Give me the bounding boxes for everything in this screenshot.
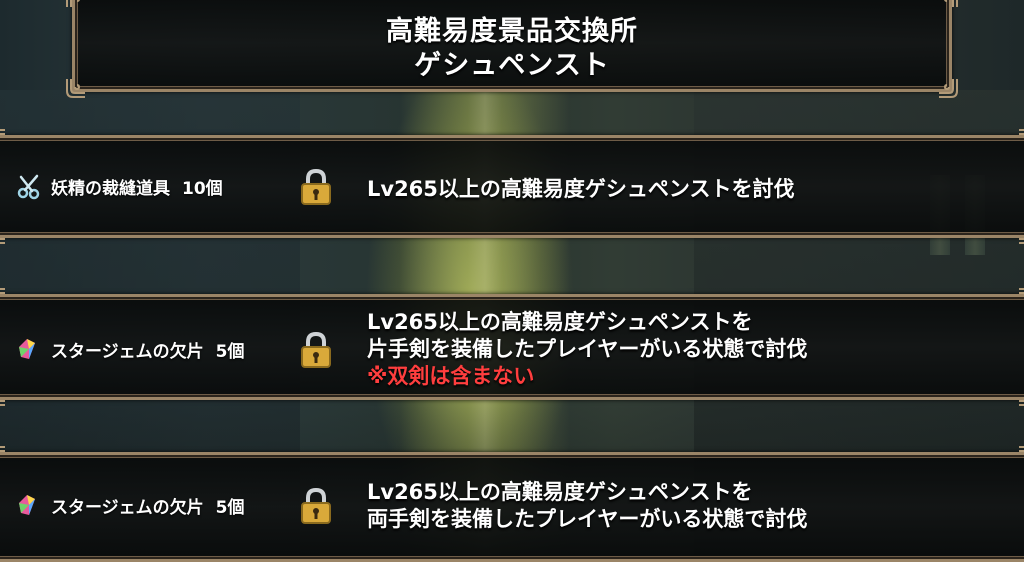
condition-line: 両手剣を装備したプレイヤーがいる状態で討伐 — [367, 507, 808, 531]
condition-note: ※双剣は含まない — [367, 364, 535, 388]
frame-ornament — [1017, 445, 1024, 467]
scissors-icon — [15, 172, 43, 200]
condition-line: 片手剣を装備したプレイヤーがいる状態で討伐 — [367, 337, 808, 361]
item-name: スタージェムの欠片 — [51, 341, 204, 362]
condition-line: Lv265以上の高難易度ゲシュペンストを — [367, 310, 753, 334]
frame-ornament — [937, 0, 959, 9]
unlock-condition: Lv265以上の高難易度ゲシュペンストを 片手剣を装備したプレイヤーがいる状態で… — [367, 309, 807, 390]
lock-icon — [299, 168, 333, 206]
frame-ornament — [0, 128, 7, 150]
unlock-condition: Lv265以上の高難易度ゲシュペンストを 両手剣を装備したプレイヤーがいる状態で… — [367, 479, 807, 533]
star-gem-fragment-icon — [15, 491, 43, 519]
item-quantity: 5個 — [215, 341, 245, 362]
reward-item: 妖精の裁縫道具 10個 — [15, 172, 223, 200]
frame-ornament — [1017, 287, 1024, 309]
frame-ornament — [1017, 223, 1024, 245]
title-banner: 高難易度景品交換所 ゲシュペンスト — [66, 0, 958, 98]
frame-ornament — [65, 0, 87, 9]
frame-ornament — [1017, 385, 1024, 407]
frame-ornament — [0, 445, 7, 467]
star-gem-fragment-icon — [15, 335, 43, 363]
reward-item: スタージェムの欠片 5個 — [15, 335, 245, 363]
reward-row-2[interactable]: スタージェムの欠片 5個 Lv265以上の高難易度ゲシュペンストを 片手剣を装備… — [0, 288, 1024, 406]
frame-ornament — [0, 385, 7, 407]
condition-line: Lv265以上の高難易度ゲシュペンストを討伐 — [367, 177, 795, 201]
condition-line: Lv265以上の高難易度ゲシュペンストを — [367, 480, 753, 504]
item-name: スタージェムの欠片 — [51, 497, 204, 518]
unlock-condition: Lv265以上の高難易度ゲシュペンストを討伐 — [367, 176, 794, 203]
page-subtitle: ゲシュペンスト — [414, 50, 610, 81]
frame-ornament — [0, 223, 7, 245]
item-quantity: 10個 — [182, 178, 223, 199]
lock-icon — [299, 487, 333, 525]
reward-row-3[interactable]: スタージェムの欠片 5個 Lv265以上の高難易度ゲシュペンストを 両手剣を装備… — [0, 446, 1024, 562]
item-quantity: 5個 — [215, 497, 245, 518]
frame-ornament — [0, 287, 7, 309]
reward-item: スタージェムの欠片 5個 — [15, 491, 245, 519]
item-name: 妖精の裁縫道具 — [51, 178, 170, 199]
lock-icon — [299, 331, 333, 369]
frame-ornament — [1017, 128, 1024, 150]
reward-row-1[interactable]: 妖精の裁縫道具 10個 Lv265以上の高難易度ゲシュペンストを討伐 — [0, 129, 1024, 244]
